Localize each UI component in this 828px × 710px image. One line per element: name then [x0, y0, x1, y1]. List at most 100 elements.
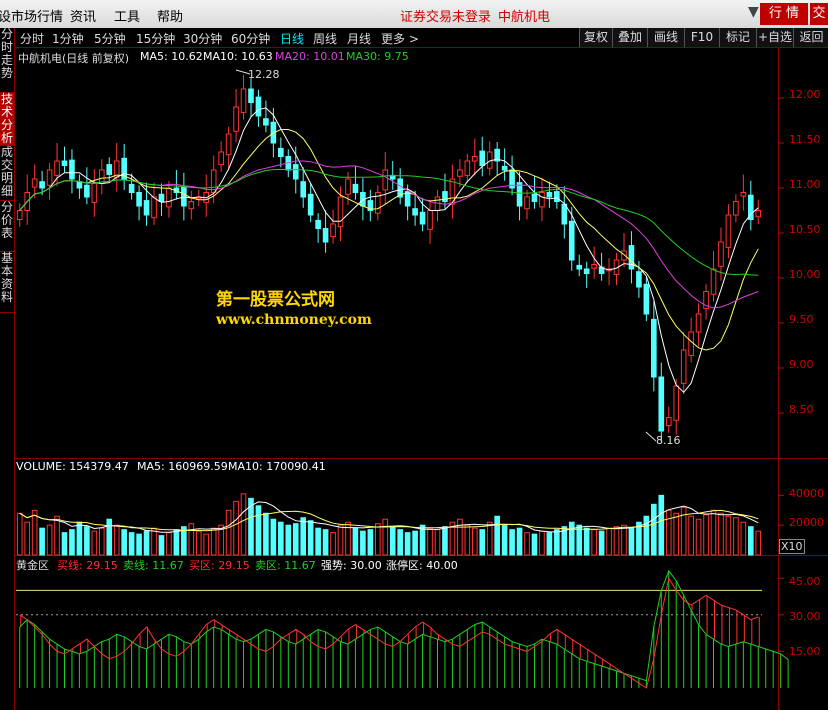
- sell-line-label: 卖线: 11.67: [123, 559, 184, 572]
- candle-body: [218, 151, 224, 166]
- candle-body: [665, 417, 672, 427]
- volume-bar: [24, 521, 31, 556]
- y-tick-10-50: 10.50: [789, 223, 821, 236]
- volume-bar: [621, 524, 627, 556]
- volume-bar: [352, 527, 359, 556]
- volume-bar: [91, 530, 98, 556]
- candle-body: [643, 283, 650, 315]
- candle-body: [307, 193, 314, 216]
- candle-body: [39, 181, 45, 189]
- ma30-label: MA30: 9.75: [346, 50, 409, 63]
- indicator-name: 黄金区: [16, 559, 49, 572]
- candle-body: [725, 214, 732, 248]
- volume-bar: [509, 529, 515, 556]
- volume-bar: [16, 512, 23, 556]
- volume-bar: [188, 523, 195, 556]
- candle-body: [315, 219, 321, 229]
- volume-bar: [733, 517, 739, 556]
- volume-bar: [494, 515, 500, 556]
- volume-bar: [54, 515, 60, 556]
- candle-body: [337, 196, 344, 228]
- volume-bar: [643, 515, 650, 556]
- volume-bar: [531, 533, 538, 556]
- volume-bar: [76, 521, 83, 556]
- candle-body: [143, 200, 150, 216]
- candle-body: [546, 192, 553, 198]
- volume-bar: [240, 493, 247, 556]
- candle-body: [583, 268, 590, 274]
- volume-bar: [166, 532, 172, 556]
- candle-body: [591, 264, 597, 269]
- volume-bar: [539, 530, 545, 556]
- ma10-label: MA10: 10.63: [203, 50, 273, 63]
- candle-body: [106, 164, 113, 176]
- ma20-label: MA20: 10.01: [275, 50, 345, 63]
- volume-bar: [651, 503, 657, 556]
- volume-bar: [755, 530, 762, 556]
- candle-body: [151, 196, 157, 219]
- volume-bar: [673, 512, 680, 556]
- candle-body: [61, 160, 68, 166]
- candle-body: [576, 264, 583, 270]
- volume-bar: [39, 527, 45, 556]
- candle-body: [158, 193, 165, 203]
- sell-line: [19, 569, 789, 682]
- indicator-tick-30: 30.00: [789, 610, 821, 623]
- candle-body: [292, 164, 299, 180]
- volume-bar: [464, 524, 471, 556]
- volume-ma5-label: MA5: 160969.59: [137, 460, 228, 473]
- volume-bar: [98, 527, 105, 556]
- volume-ma10-label: MA10: 170090.41: [228, 460, 326, 473]
- volume-bar: [583, 527, 590, 556]
- indicator-tick-15: 15.00: [789, 645, 821, 658]
- volume-bar: [718, 512, 724, 556]
- limit-up-label: 涨停区: 40.00: [386, 559, 458, 572]
- volume-bar: [546, 532, 553, 556]
- candle-body: [330, 223, 336, 238]
- chart-canvas[interactable]: [0, 0, 828, 710]
- volume-bar: [106, 518, 113, 556]
- candle-body: [136, 192, 142, 207]
- volume-bar: [665, 509, 672, 556]
- y-tick-11-50: 11.50: [789, 133, 821, 146]
- candle-body: [457, 169, 463, 177]
- volume-bar: [658, 494, 665, 556]
- ma5-label: MA5: 10.62: [140, 50, 203, 63]
- volume-bar: [307, 520, 314, 556]
- volume-bar: [136, 533, 142, 556]
- candle-body: [568, 220, 575, 261]
- volume-bar: [412, 530, 418, 556]
- volume-bar: [151, 527, 157, 556]
- candle-body: [733, 201, 739, 216]
- volume-bar: [203, 533, 210, 556]
- volume-bar: [427, 527, 433, 556]
- ma5-line: [19, 107, 759, 394]
- candle-body: [755, 210, 762, 218]
- volume-bar: [389, 526, 396, 556]
- candle-body: [91, 183, 98, 203]
- candle-body: [255, 96, 262, 117]
- volume-label: VOLUME: 154379.47: [16, 460, 129, 473]
- watermark-title: 第一股票公式网: [216, 290, 335, 310]
- candle-body: [531, 193, 538, 203]
- y-tick-8-50: 8.50: [789, 403, 814, 416]
- volume-bar: [434, 529, 441, 556]
- volume-bar: [61, 532, 68, 556]
- volume-bar: [300, 517, 307, 556]
- volume-bar: [382, 518, 389, 556]
- candle-body: [412, 208, 418, 216]
- volume-bar: [322, 529, 329, 556]
- volume-bar: [695, 518, 702, 556]
- y-tick-9-50: 9.50: [789, 313, 814, 326]
- volume-bar: [725, 515, 732, 556]
- volume-bar: [255, 505, 262, 556]
- volume-bar: [598, 530, 605, 556]
- volume-bar: [747, 526, 754, 556]
- volume-bar: [486, 521, 493, 556]
- y-tick-12-00: 12.00: [789, 88, 821, 101]
- candle-body: [501, 165, 508, 171]
- candle-body: [718, 241, 724, 267]
- candle-body: [352, 183, 359, 193]
- y-tick-11-00: 11.00: [789, 178, 821, 191]
- volume-bar: [84, 526, 90, 556]
